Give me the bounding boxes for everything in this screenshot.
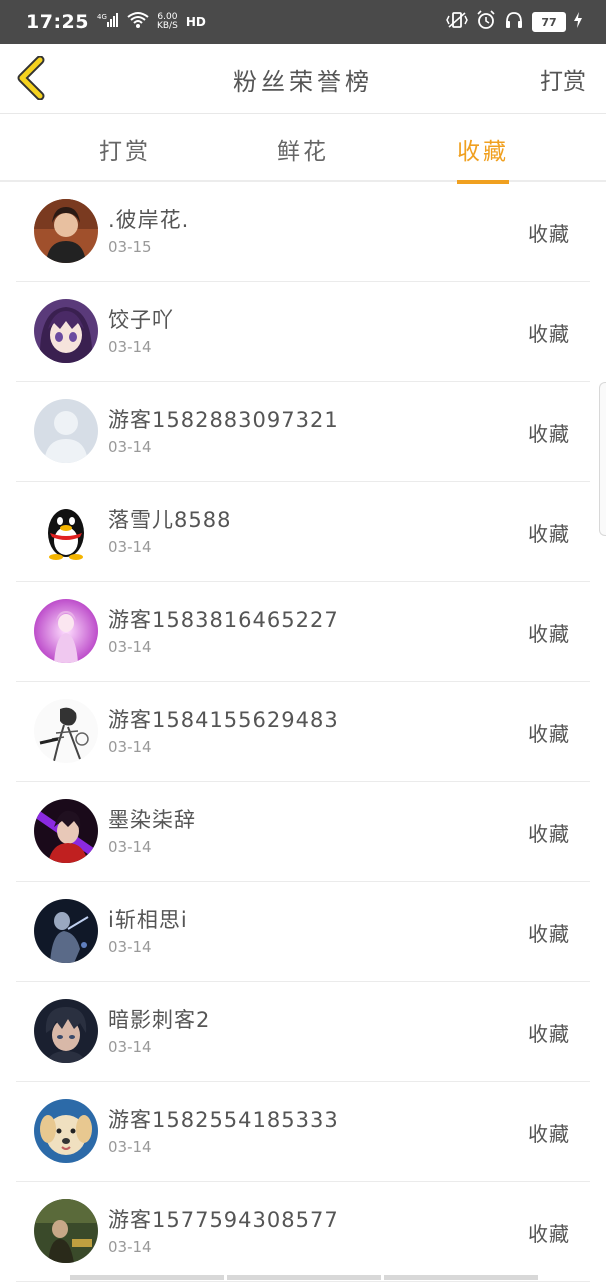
speed-unit: KB/S [156,21,178,31]
fan-name: 游客1583816465227 [108,608,339,632]
fan-action: 收藏 [528,1022,570,1046]
fan-list: .彼岸花. 03-15 收藏 饺子吖 03-14 收藏 游客1582883097… [16,182,590,1282]
fan-date: 03-14 [108,838,152,856]
qq-penguin-icon [34,499,98,563]
fan-action: 收藏 [528,522,570,546]
list-item[interactable]: 墨染柒辞 03-14 收藏 [16,782,590,882]
avatar [34,699,98,763]
battery-icon: 77 [532,12,566,32]
vibrate-icon [446,11,468,33]
fan-action: 收藏 [528,922,570,946]
tab-favorites[interactable]: 收藏 [438,132,528,184]
list-item[interactable]: 落雪儿8588 03-14 收藏 [16,482,590,582]
status-time: 17:25 [26,11,89,33]
fan-date: 03-14 [108,938,152,956]
avatar [34,899,98,963]
avatar [34,399,98,463]
fan-action: 收藏 [528,822,570,846]
avatar [34,1099,98,1163]
fan-date: 03-14 [108,638,152,656]
list-item[interactable]: 游客1583816465227 03-14 收藏 [16,582,590,682]
edge-scroll-handle[interactable] [599,382,606,536]
list-item[interactable]: 游客1577594308577 03-14 收藏 [16,1182,590,1282]
fan-action: 收藏 [528,1222,570,1246]
tab-flowers-label: 鲜花 [277,139,329,165]
fan-name: 游客1582883097321 [108,408,339,432]
fan-date: 03-14 [108,1038,152,1056]
list-item[interactable]: .彼岸花. 03-15 收藏 [16,182,590,282]
avatar [34,299,98,363]
fan-date: 03-14 [108,538,152,556]
alarm-icon [476,10,496,34]
tab-reward[interactable]: 打赏 [80,132,170,166]
fan-name: 暗影刺客2 [108,1008,211,1032]
fan-action: 收藏 [528,622,570,646]
fan-name: 饺子吖 [108,308,174,332]
list-item[interactable]: 游客1584155629483 03-14 收藏 [16,682,590,782]
tab-favorites-label: 收藏 [457,139,509,165]
bottom-divider [70,1275,538,1280]
fan-date: 03-14 [108,1138,152,1156]
list-item[interactable]: 游客1582883097321 03-14 收藏 [16,382,590,482]
fan-action: 收藏 [528,322,570,346]
fan-date: 03-14 [108,1238,152,1256]
reward-button[interactable]: 打赏 [540,62,586,96]
fan-date: 03-14 [108,738,152,756]
fan-name: 墨染柒辞 [108,808,196,832]
fan-name: i斩相思i [108,908,188,932]
fan-action: 收藏 [528,1122,570,1146]
list-item[interactable]: 暗影刺客2 03-14 收藏 [16,982,590,1082]
tab-flowers[interactable]: 鲜花 [258,132,348,166]
charging-icon [574,12,582,32]
avatar [34,799,98,863]
avatar [34,999,98,1063]
page-title: 粉丝荣誉榜 [233,68,373,96]
wifi-icon [127,11,149,33]
signal-icon: 4G [97,12,119,32]
fan-name: .彼岸花. [108,208,190,232]
fan-date: 03-15 [108,238,152,256]
avatar [34,199,98,263]
status-bar: 17:25 4G 6.00 KB/S HD 77 [0,0,606,44]
fan-action: 收藏 [528,422,570,446]
list-item[interactable]: i斩相思i 03-14 收藏 [16,882,590,982]
network-type: 4G [97,13,107,21]
fan-date: 03-14 [108,338,152,356]
default-user-icon [34,399,98,463]
network-speed: 6.00 KB/S [157,13,178,31]
list-item[interactable]: 饺子吖 03-14 收藏 [16,282,590,382]
fan-name: 游客1584155629483 [108,708,339,732]
fan-name: 游客1582554185333 [108,1108,339,1132]
top-app-bar: 粉丝荣誉榜 打赏 [0,44,606,114]
avatar [34,499,98,563]
fan-action: 收藏 [528,222,570,246]
tab-reward-label: 打赏 [99,139,151,165]
fan-name: 游客1577594308577 [108,1208,339,1232]
fan-action: 收藏 [528,722,570,746]
fan-date: 03-14 [108,438,152,456]
avatar [34,599,98,663]
headphones-icon [504,10,524,34]
list-item[interactable]: 游客1582554185333 03-14 收藏 [16,1082,590,1182]
avatar [34,1199,98,1263]
hd-icon: HD [185,15,206,29]
fan-name: 落雪儿8588 [108,508,232,532]
tab-bar: 打赏 鲜花 收藏 [0,114,606,184]
